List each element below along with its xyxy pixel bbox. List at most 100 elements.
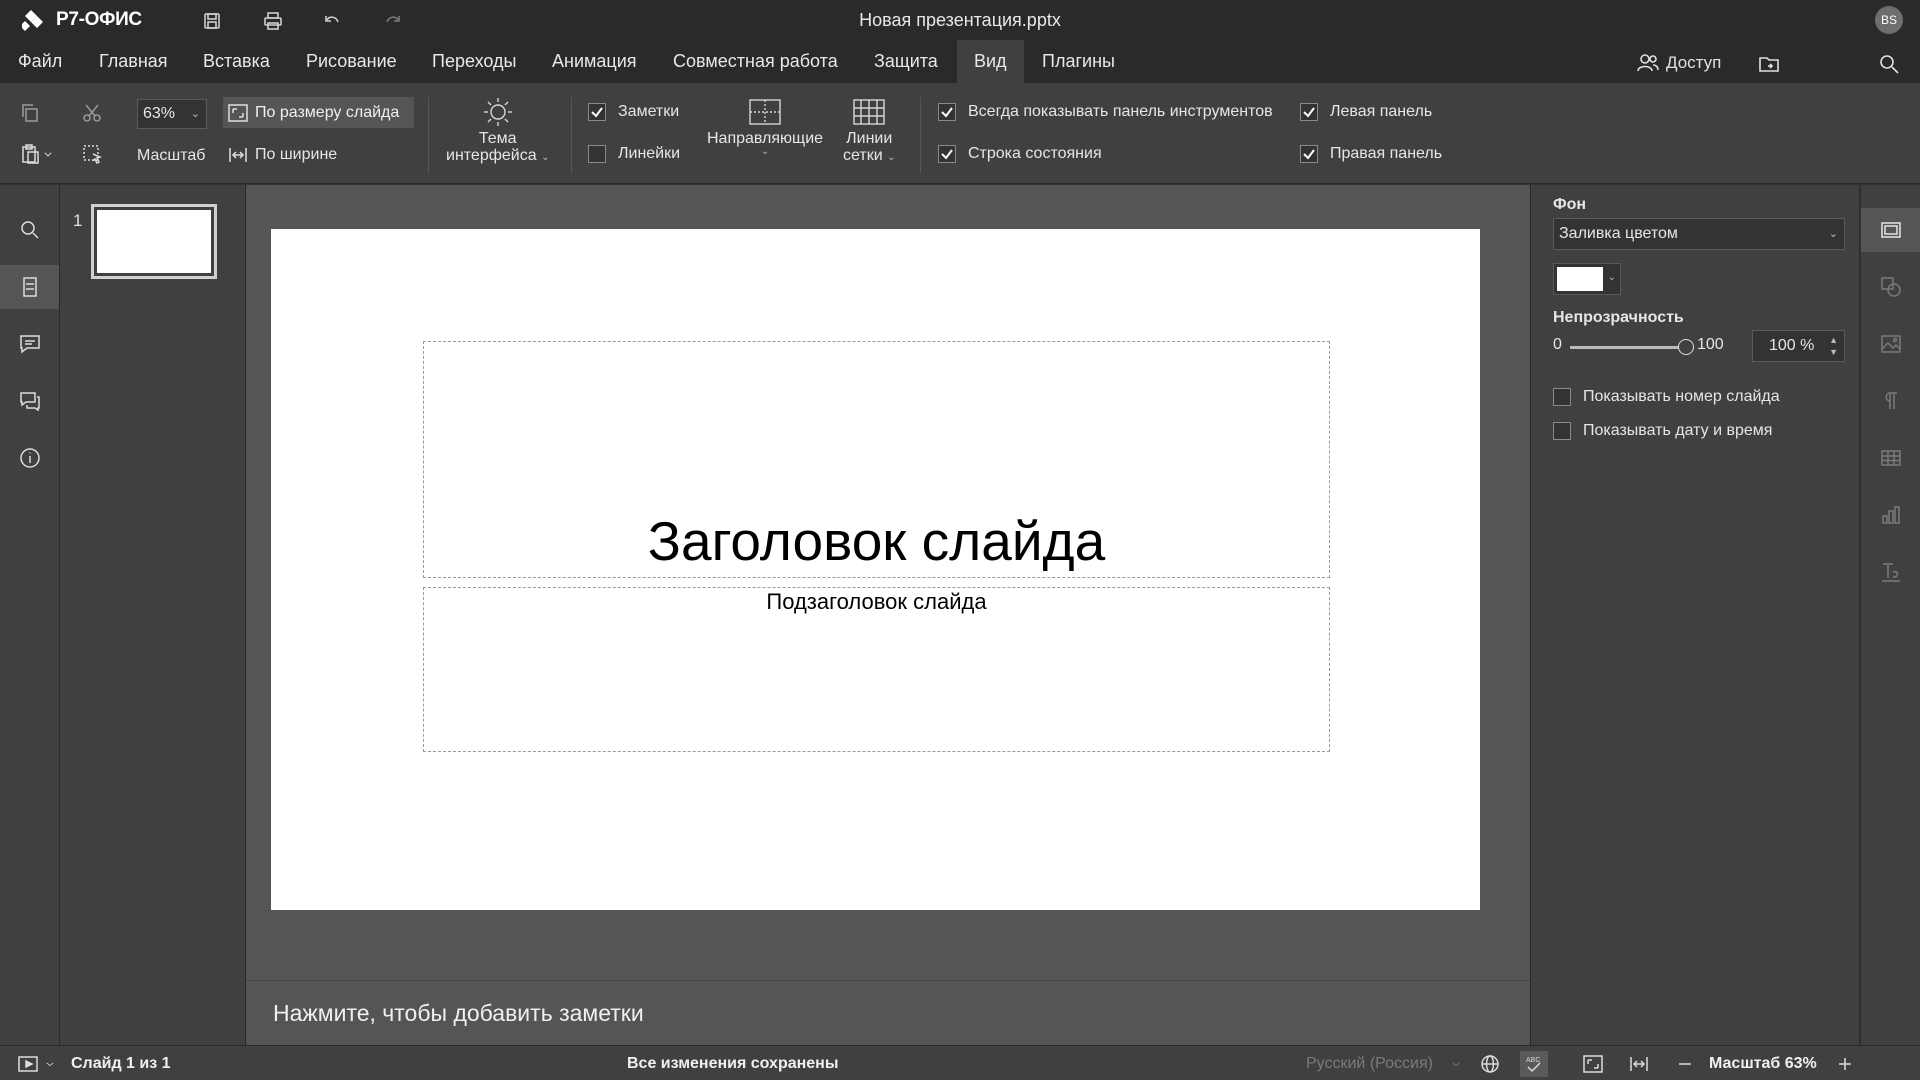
tab-view[interactable]: Вид <box>957 40 1024 83</box>
save-icon[interactable] <box>199 8 225 34</box>
slide-settings-icon[interactable] <box>1861 208 1920 252</box>
always-show-toolbar-checkbox-box <box>938 103 956 121</box>
zoom-in-icon[interactable] <box>1832 1051 1858 1077</box>
zoom-out-icon[interactable] <box>1672 1051 1698 1077</box>
slideshow-options-chevron-down-icon[interactable] <box>44 1051 56 1077</box>
notes-placeholder: Нажмите, чтобы добавить заметки <box>273 1000 644 1026</box>
guides-label: Направляющие <box>707 130 824 147</box>
slide-thumbnail[interactable] <box>91 204 217 279</box>
save-status: Все изменения сохранены <box>627 1055 839 1072</box>
right-panel-checkbox[interactable]: Правая панель <box>1300 145 1442 163</box>
open-location-icon[interactable] <box>1756 51 1782 77</box>
opacity-slider[interactable] <box>1570 339 1694 355</box>
fit-width-icon[interactable] <box>1626 1051 1652 1077</box>
interface-theme-button[interactable]: Тема интерфейса ⌄ <box>446 96 549 164</box>
chevron-up-icon[interactable]: ▲ <box>1829 336 1838 345</box>
tab-transitions[interactable]: Переходы <box>415 40 533 83</box>
toolbar-divider <box>571 97 572 173</box>
fill-type-select[interactable]: Заливка цветом ⌄ <box>1553 218 1845 250</box>
opacity-slider-thumb[interactable] <box>1678 339 1694 355</box>
slide-title[interactable]: Заголовок слайда <box>423 510 1330 572</box>
search-icon[interactable] <box>1876 51 1902 77</box>
tab-protection[interactable]: Защита <box>857 40 955 83</box>
show-date-time-checkbox[interactable]: Показывать дату и время <box>1553 422 1772 440</box>
tab-home[interactable]: Главная <box>82 40 185 83</box>
left-panel-checkbox[interactable]: Левая панель <box>1300 103 1432 121</box>
slide-thumbnails-panel <box>60 185 246 1045</box>
fit-width-icon <box>229 148 247 162</box>
print-icon[interactable] <box>260 8 286 34</box>
right-panel-checkbox-box <box>1300 145 1318 163</box>
shape-settings-icon[interactable] <box>1861 265 1920 309</box>
text-art-settings-icon[interactable] <box>1861 550 1920 594</box>
chevron-down-icon: ⌄ <box>1607 272 1616 283</box>
chat-icon[interactable] <box>0 379 59 423</box>
paragraph-settings-icon[interactable] <box>1861 379 1920 423</box>
opacity-value: 100 % <box>1769 337 1815 354</box>
opacity-label: Непрозрачность <box>1553 309 1684 326</box>
guides-icon <box>749 99 781 125</box>
rulers-checkbox-box <box>588 145 606 163</box>
chevron-down-icon: ⌄ <box>1828 228 1838 240</box>
undo-icon[interactable] <box>319 8 345 34</box>
chevron-down-icon: ⌄ <box>541 152 550 163</box>
user-avatar[interactable]: BS <box>1875 6 1903 34</box>
gridlines-label-line2: сетки <box>843 147 883 164</box>
gridlines-label-line1: Линии <box>846 130 893 147</box>
chevron-down-icon[interactable]: ▼ <box>1829 348 1838 357</box>
language-selector[interactable]: Русский (Россия) <box>1306 1055 1433 1073</box>
show-date-time-checkbox-box <box>1553 422 1571 440</box>
chevron-down-icon: ⌄ <box>760 146 770 157</box>
background-label: Фон <box>1553 196 1587 213</box>
image-settings-icon[interactable] <box>1861 322 1920 366</box>
fill-color-picker[interactable]: ⌄ <box>1553 263 1621 295</box>
tab-collaboration[interactable]: Совместная работа <box>656 40 855 83</box>
opacity-spinner[interactable]: 100 % ▲ ▼ <box>1752 330 1845 362</box>
fit-to-width-label: По ширине <box>255 146 338 163</box>
comments-icon[interactable] <box>0 322 59 366</box>
slide[interactable]: Заголовок слайда Подзаголовок слайда <box>271 229 1480 910</box>
slides-panel-icon[interactable] <box>0 265 59 309</box>
copy-icon[interactable] <box>15 98 45 128</box>
fit-to-slide-button[interactable]: По размеру слайда <box>223 97 414 128</box>
tab-file[interactable]: Файл <box>1 40 79 83</box>
status-bar-checkbox[interactable]: Строка состояния <box>938 145 1102 163</box>
left-sidebar <box>0 185 60 1045</box>
play-slideshow-icon[interactable] <box>15 1051 41 1077</box>
info-icon[interactable] <box>0 436 59 480</box>
toolbar-divider <box>428 97 429 173</box>
slide-subtitle[interactable]: Подзаголовок слайда <box>423 589 1330 615</box>
guides-button[interactable]: Направляющие ⌄ <box>707 96 823 157</box>
show-slide-number-checkbox[interactable]: Показывать номер слайда <box>1553 388 1780 406</box>
fit-slide-icon[interactable] <box>1580 1051 1606 1077</box>
chart-settings-icon[interactable] <box>1861 493 1920 537</box>
cut-icon[interactable] <box>77 98 107 128</box>
document-title: Новая презентация.pptx <box>859 10 1061 30</box>
tab-insert[interactable]: Вставка <box>186 40 287 83</box>
always-show-toolbar-label: Всегда показывать панель инструментов <box>968 103 1273 120</box>
redo-icon[interactable] <box>380 8 406 34</box>
globe-icon[interactable] <box>1477 1051 1503 1077</box>
select-all-icon[interactable] <box>77 139 107 169</box>
toolbar-divider <box>920 97 921 173</box>
notes-checkbox[interactable]: Заметки <box>588 103 679 121</box>
fit-to-width-button[interactable]: По ширине <box>223 141 337 169</box>
share-access-button[interactable]: Доступ <box>1636 50 1721 76</box>
search-icon[interactable] <box>0 208 59 252</box>
app-logo[interactable]: Р7-ОФИС <box>22 8 142 32</box>
spellcheck-icon[interactable]: ABC <box>1520 1051 1548 1077</box>
zoom-combobox[interactable]: 63% ⌄ <box>137 99 207 129</box>
tab-draw[interactable]: Рисование <box>289 40 414 83</box>
rulers-checkbox[interactable]: Линейки <box>588 145 680 163</box>
paste-options-chevron-down-icon[interactable] <box>41 139 55 169</box>
tab-animation[interactable]: Анимация <box>535 40 654 83</box>
always-show-toolbar-checkbox[interactable]: Всегда показывать панель инструментов <box>938 103 1273 121</box>
right-sidebar <box>1861 185 1920 1045</box>
notes-area[interactable]: Нажмите, чтобы добавить заметки <box>246 980 1530 1045</box>
chevron-down-icon: ⌄ <box>887 152 896 163</box>
gridlines-button[interactable]: Линии сетки ⌄ <box>843 96 895 164</box>
tab-plugins[interactable]: Плагины <box>1025 40 1132 83</box>
language-chevron-down-icon[interactable] <box>1450 1051 1462 1077</box>
table-settings-icon[interactable] <box>1861 436 1920 480</box>
fill-color-swatch <box>1557 267 1603 291</box>
